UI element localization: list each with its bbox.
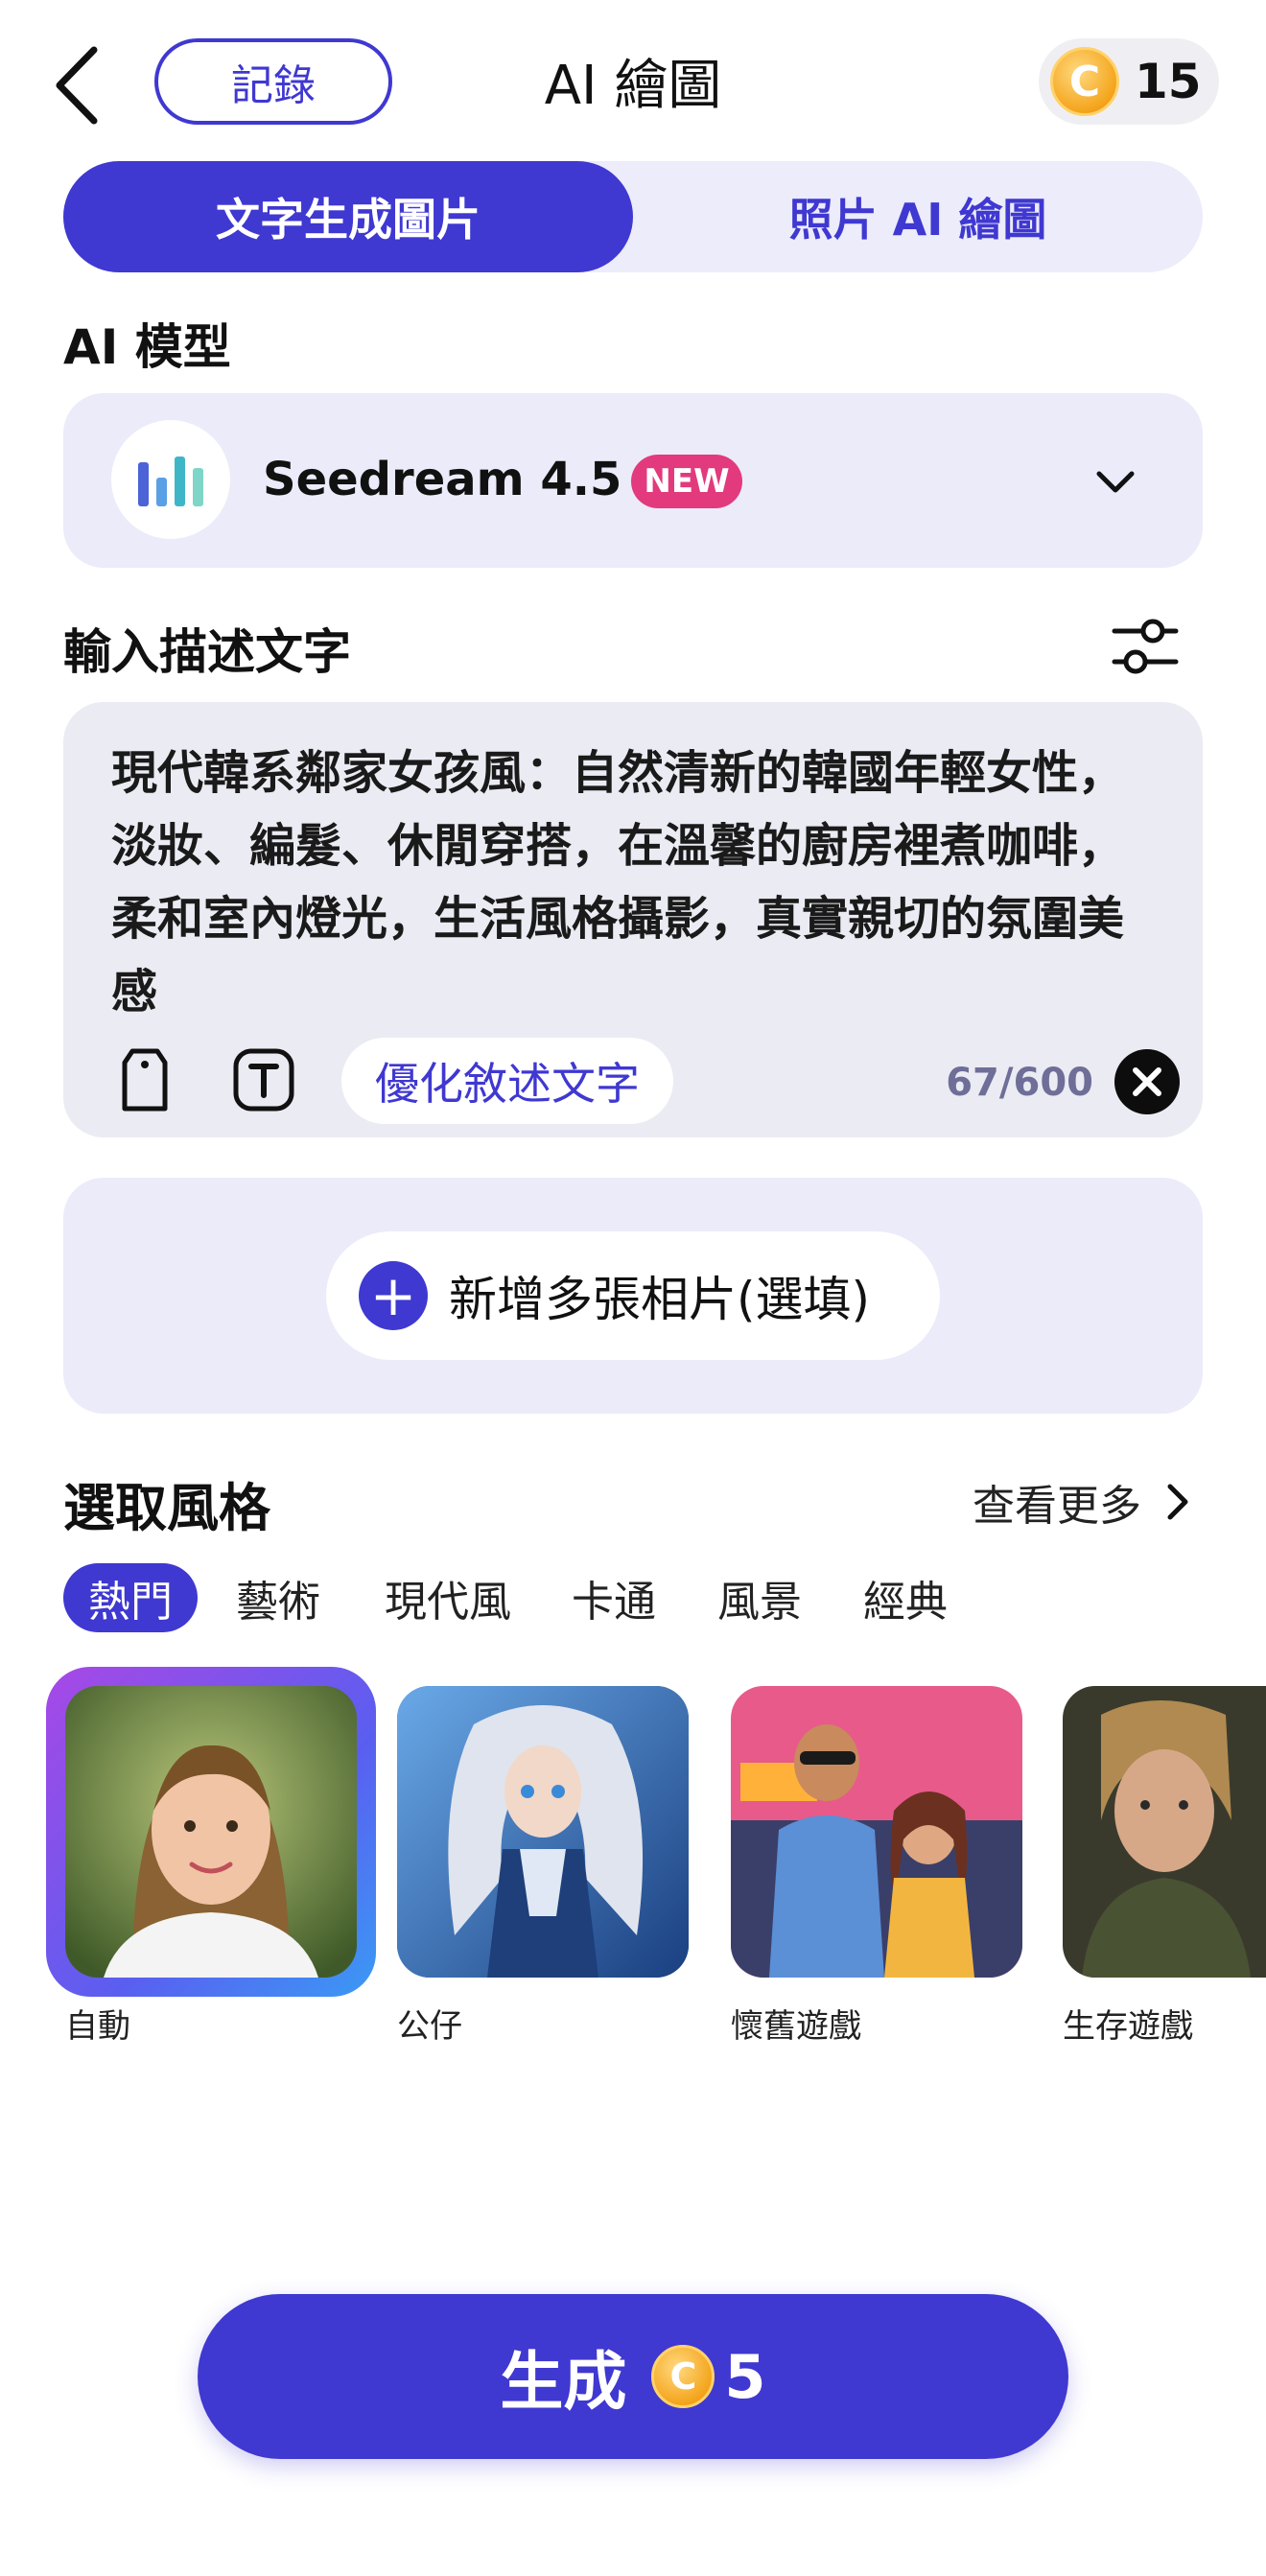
sliders-icon[interactable] — [1107, 608, 1184, 685]
coin-icon: C — [651, 2345, 715, 2408]
style-thumb-retro-game[interactable] — [731, 1686, 1022, 1978]
prompt-section-label: 輸入描述文字 — [63, 624, 351, 680]
close-circle-icon[interactable] — [1114, 1049, 1180, 1114]
style-thumb-figure[interactable] — [397, 1686, 689, 1978]
category-landscape[interactable]: 風景 — [702, 1563, 817, 1632]
tab-photo-ai-drawing[interactable]: 照片 AI 繪圖 — [633, 161, 1203, 272]
category-cartoon[interactable]: 卡通 — [556, 1563, 671, 1632]
prompt-textarea[interactable]: 現代韓系鄰家女孩風：自然清新的韓國年輕女性，淡妝、編髮、休閒穿搭，在溫馨的廚房裡… — [111, 737, 1166, 1028]
tab-text-to-image[interactable]: 文字生成圖片 — [63, 161, 633, 272]
records-button[interactable]: 記錄 — [154, 38, 392, 125]
see-more-link[interactable]: 查看更多 — [973, 1473, 1203, 1531]
coin-balance-value: 15 — [1135, 54, 1202, 109]
style-caption-retro-game: 懷舊遊戲 — [731, 2006, 861, 2046]
back-button[interactable] — [48, 42, 106, 129]
category-art[interactable]: 藝術 — [221, 1563, 336, 1632]
add-photos-button[interactable]: + 新增多張相片(選填) — [326, 1231, 940, 1360]
coin-icon: C — [1050, 47, 1119, 116]
category-hot[interactable]: 熱門 — [63, 1563, 198, 1632]
style-caption-survival-game: 生存遊戲 — [1063, 2006, 1193, 2046]
model-logo — [111, 420, 230, 539]
generate-label: 生成 — [500, 2345, 627, 2419]
page-title: AI 繪圖 — [544, 54, 722, 117]
new-badge: NEW — [631, 455, 742, 508]
style-caption-auto: 自動 — [65, 2006, 130, 2046]
style-section-label: 選取風格 — [63, 1478, 270, 1538]
optimize-prompt-button[interactable]: 優化敘述文字 — [341, 1038, 673, 1124]
model-name: Seedream 4.5 — [263, 453, 622, 506]
style-thumb-survival-game[interactable] — [1063, 1686, 1266, 1978]
category-classic[interactable]: 經典 — [848, 1563, 963, 1632]
style-thumb-auto[interactable] — [65, 1686, 357, 1978]
category-modern[interactable]: 現代風 — [366, 1563, 529, 1632]
chevron-down-icon[interactable] — [1091, 458, 1139, 506]
add-photos-label: 新增多張相片(選填) — [449, 1272, 871, 1327]
text-format-icon[interactable] — [230, 1043, 297, 1116]
plus-icon: + — [359, 1261, 428, 1330]
character-counter: 67/600 — [946, 1061, 1093, 1105]
model-section-label: AI 模型 — [63, 319, 231, 375]
tag-icon[interactable] — [111, 1043, 178, 1116]
coin-balance[interactable]: C 15 — [1039, 38, 1219, 125]
style-caption-figure: 公仔 — [397, 2006, 462, 2046]
generate-button[interactable]: 生成 C 5 — [198, 2294, 1068, 2459]
chevron-right-icon — [1167, 1484, 1188, 1520]
generate-cost: 5 — [724, 2341, 766, 2412]
chevron-left-icon — [56, 46, 98, 125]
see-more-label: 查看更多 — [973, 1482, 1141, 1531]
